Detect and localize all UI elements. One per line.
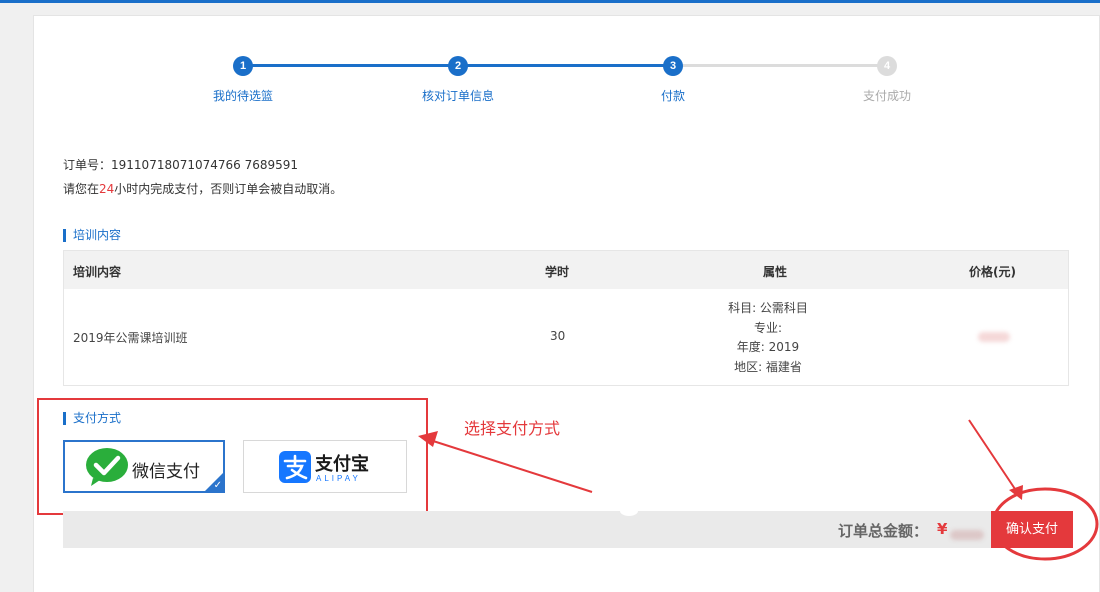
arrow-to-confirm	[968, 419, 1023, 500]
annotation-overlay	[418, 419, 1099, 561]
arrow-to-payment	[418, 431, 593, 493]
confirm-highlight-circle	[991, 487, 1099, 561]
